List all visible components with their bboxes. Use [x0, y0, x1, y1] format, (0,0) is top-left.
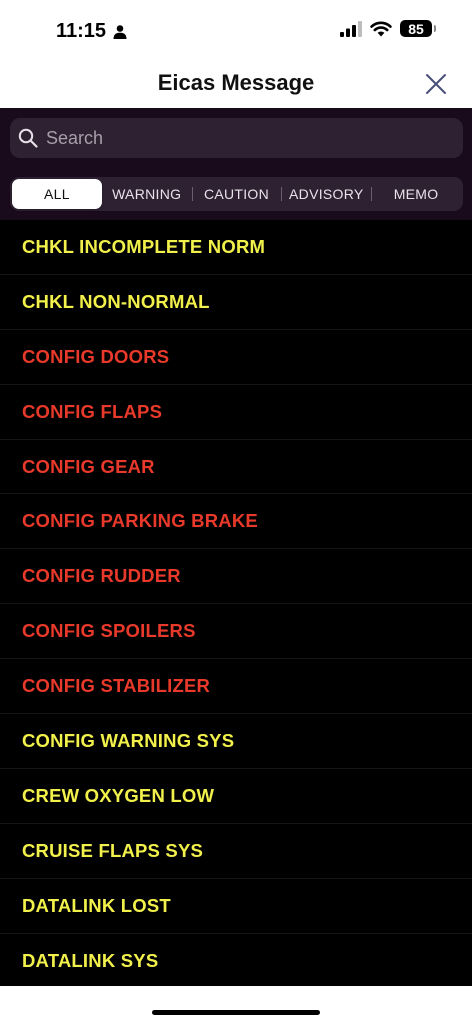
tab-caution[interactable]: CAUTION	[191, 179, 282, 209]
list-item[interactable]: CONFIG STABILIZER	[0, 659, 472, 715]
list-item[interactable]: CHKL INCOMPLETE NORM	[0, 220, 472, 275]
status-time: 11:15	[56, 20, 128, 43]
battery-icon: 85	[400, 20, 436, 37]
list-item[interactable]: CONFIG DOORS	[0, 330, 472, 385]
cellular-signal-icon	[340, 20, 362, 37]
page-title: Eicas Message	[157, 70, 315, 95]
list-item[interactable]: CONFIG PARKING BRAKE	[0, 494, 472, 550]
list-item[interactable]: CONFIG RUDDER	[0, 549, 472, 605]
list-item[interactable]: CONFIG GEAR	[0, 440, 472, 495]
tab-all[interactable]: ALL	[12, 179, 102, 209]
filter-area: ALL WARNING CAUTION ADVISORY MEMO	[0, 108, 472, 220]
message-list: CHKL INCOMPLETE NORM CHKL NON-NORMAL CON…	[0, 220, 472, 986]
search-input[interactable]	[46, 127, 446, 149]
tab-warning[interactable]: WARNING	[102, 179, 192, 209]
person-icon	[113, 24, 127, 39]
list-item[interactable]: CONFIG FLAPS	[0, 385, 472, 440]
list-item[interactable]: DATALINK LOST	[0, 879, 472, 934]
nav-header: Eicas Message	[0, 60, 472, 108]
close-button[interactable]	[420, 68, 452, 100]
tab-advisory[interactable]: ADVISORY	[281, 179, 371, 209]
screen: 11:15 85 Eicas Message Search ALL WARNIN…	[0, 0, 472, 1024]
list-item[interactable]: CONFIG WARNING SYS	[0, 714, 472, 769]
search-bar[interactable]	[10, 118, 463, 158]
list-item[interactable]: CREW OXYGEN LOW	[0, 769, 472, 824]
close-icon	[426, 74, 446, 94]
list-item[interactable]: CHKL NON-NORMAL	[0, 275, 472, 330]
status-time-text: 11:15	[56, 20, 107, 42]
battery-level: 85	[408, 20, 424, 37]
list-item[interactable]: CONFIG SPOILERS	[0, 604, 472, 660]
home-indicator[interactable]	[152, 1010, 320, 1015]
category-tabs: ALL WARNING CAUTION ADVISORY MEMO	[10, 177, 463, 211]
wifi-icon	[370, 21, 392, 36]
status-bar: 11:15 85	[0, 0, 472, 60]
tab-memo[interactable]: MEMO	[371, 179, 461, 209]
list-item[interactable]: DATALINK SYS	[0, 934, 472, 986]
search-icon	[18, 128, 38, 148]
list-item[interactable]: CRUISE FLAPS SYS	[0, 824, 472, 879]
status-indicators: 85	[340, 20, 436, 37]
